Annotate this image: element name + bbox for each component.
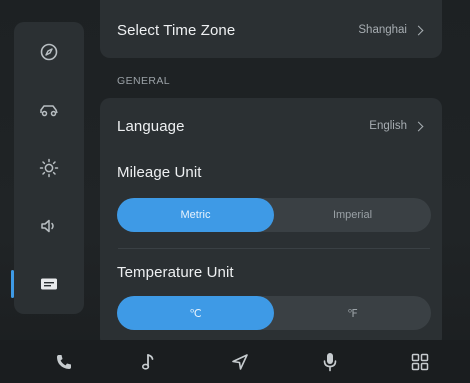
temperature-option-celsius[interactable]: ℃ [117, 296, 274, 330]
settings-card-icon [41, 278, 57, 290]
general-card: Language English Mileage Unit Metric Imp… [100, 98, 442, 348]
brightness-icon [39, 158, 59, 178]
chevron-right-icon [413, 25, 424, 35]
apps-grid-icon [411, 353, 429, 371]
dock-phone-button[interactable] [48, 348, 80, 376]
dock-navigation-button[interactable] [224, 348, 256, 376]
navigation-icon [232, 354, 248, 370]
language-row[interactable]: Language English [100, 98, 442, 150]
language-value: English [369, 120, 424, 132]
rail-item-display[interactable] [14, 146, 84, 190]
car-icon [40, 105, 58, 117]
language-value-text: English [369, 120, 407, 132]
microphone-icon [323, 353, 337, 372]
chevron-right-icon [413, 121, 424, 131]
time-zone-label: Select Time Zone [117, 22, 236, 39]
bottom-dock [0, 340, 470, 383]
temperature-unit-label: Temperature Unit [117, 264, 234, 281]
side-navigation [11, 22, 84, 314]
settings-screen: Select Time Zone Shanghai GENERAL Langua… [0, 0, 470, 383]
mileage-unit-label: Mileage Unit [117, 164, 202, 181]
dock-voice-button[interactable] [314, 348, 346, 376]
compass-icon [40, 43, 58, 61]
dock-apps-button[interactable] [404, 348, 436, 376]
mileage-option-imperial[interactable]: Imperial [274, 198, 431, 232]
temperature-option-fahrenheit[interactable]: ℉ [274, 296, 431, 330]
mileage-unit-toggle: Metric Imperial [117, 198, 431, 232]
speaker-icon [41, 219, 54, 233]
rail-item-navigation[interactable] [14, 30, 84, 74]
dock-music-button[interactable] [132, 348, 164, 376]
music-icon [141, 354, 154, 370]
language-label: Language [117, 118, 185, 135]
time-zone-card[interactable]: Select Time Zone Shanghai [100, 0, 442, 58]
time-zone-value-text: Shanghai [358, 24, 407, 36]
rail-item-sound[interactable] [14, 204, 84, 248]
temperature-unit-toggle: ℃ ℉ [117, 296, 431, 330]
time-zone-value: Shanghai [358, 24, 424, 36]
rail-item-settings[interactable] [11, 262, 84, 306]
divider [118, 248, 430, 249]
rail-item-vehicle[interactable] [14, 88, 84, 132]
phone-icon [57, 355, 71, 369]
general-section-header: GENERAL [117, 75, 170, 87]
mileage-option-metric[interactable]: Metric [117, 198, 274, 232]
